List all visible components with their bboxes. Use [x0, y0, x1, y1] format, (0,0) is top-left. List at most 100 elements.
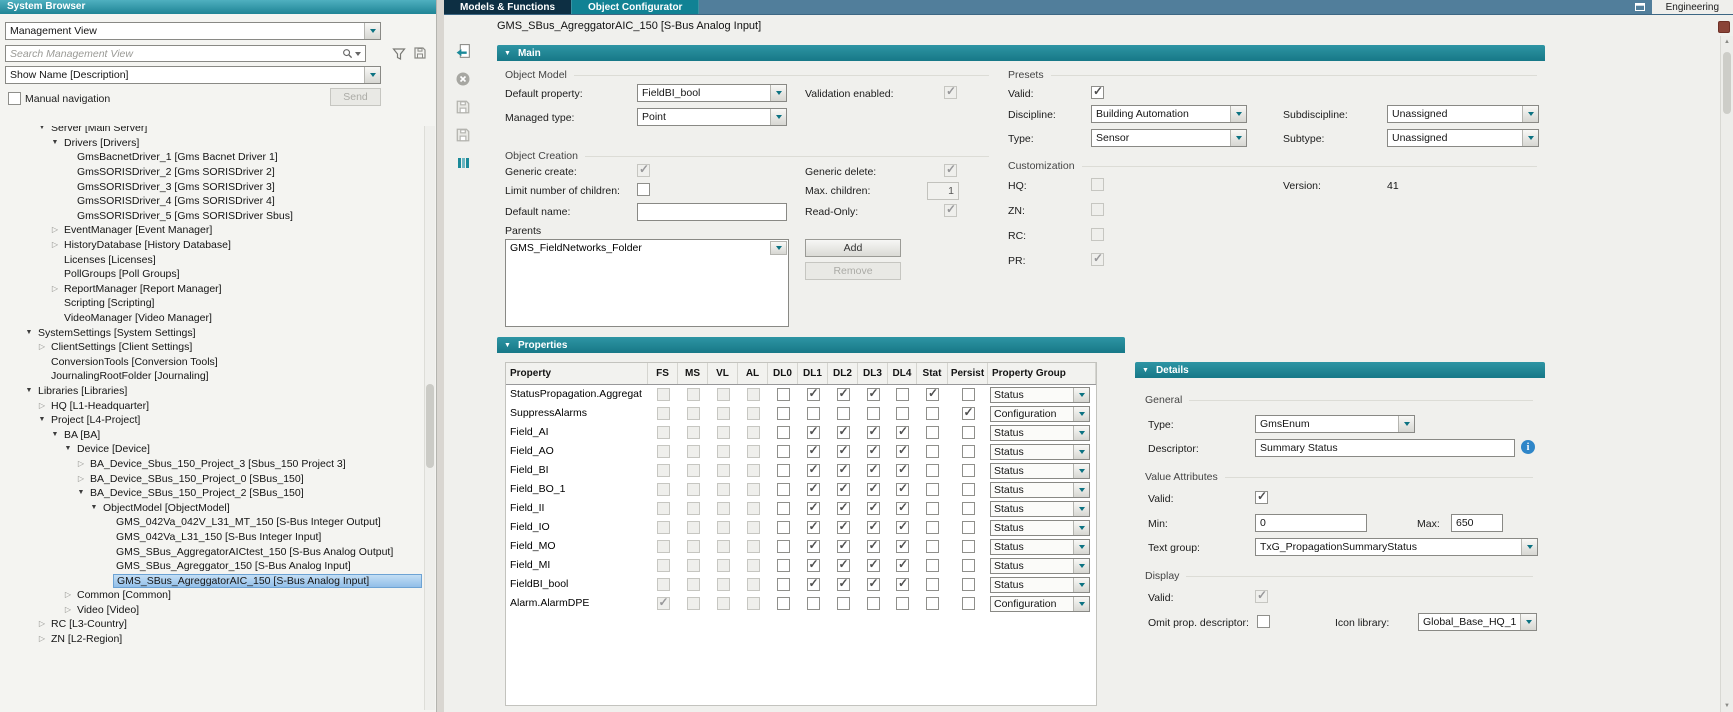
checkbox[interactable] [807, 445, 820, 458]
collapse-arrow-icon[interactable]: ▼ [88, 501, 100, 515]
search-input[interactable] [6, 48, 342, 60]
tree-item[interactable]: ▼Project [L4-Project] [0, 413, 422, 428]
columns-icon[interactable] [452, 152, 474, 174]
checkbox[interactable] [867, 407, 880, 420]
checkbox[interactable] [807, 426, 820, 439]
manual-navigation-checkbox[interactable] [8, 92, 21, 105]
checkbox[interactable] [807, 407, 820, 420]
property-group-select[interactable]: Status [990, 482, 1090, 498]
management-view-select[interactable]: Management View [5, 22, 381, 40]
tree-item[interactable]: ▷HQ [L1-Headquarter] [0, 398, 422, 413]
checkbox[interactable] [896, 559, 909, 572]
checkbox[interactable] [896, 597, 909, 610]
presets-valid-checkbox[interactable] [1091, 86, 1104, 99]
clear-icon[interactable] [452, 68, 474, 90]
checkbox[interactable] [926, 464, 939, 477]
collapse-arrow-icon[interactable]: ▼ [504, 50, 511, 57]
expand-arrow-icon[interactable]: ▷ [62, 603, 74, 617]
tree-item[interactable]: Licenses [Licenses] [0, 252, 422, 267]
checkbox[interactable] [777, 388, 790, 401]
scroll-down-icon[interactable]: ▼ [1721, 703, 1733, 709]
checkbox[interactable] [807, 521, 820, 534]
value-valid-checkbox[interactable] [1255, 491, 1268, 504]
checkbox[interactable] [807, 388, 820, 401]
vertical-scrollbar[interactable]: ▲ ▼ [1720, 36, 1733, 712]
subdiscipline-select[interactable]: Unassigned [1387, 105, 1539, 123]
checkbox[interactable] [807, 559, 820, 572]
checkbox[interactable] [777, 407, 790, 420]
tree-item[interactable]: GmsSORISDriver_5 [Gms SORISDriver Sbus] [0, 209, 422, 224]
expand-arrow-icon[interactable]: ▷ [49, 238, 61, 252]
subtype-select[interactable]: Unassigned [1387, 129, 1539, 147]
default-property-select[interactable]: FieldBI_bool [637, 84, 787, 102]
checkbox[interactable] [896, 445, 909, 458]
tree-item[interactable]: ▷ZN [L2-Region] [0, 632, 422, 647]
tree-item[interactable]: ▼Device [Device] [0, 442, 422, 457]
checkbox[interactable] [962, 407, 975, 420]
checkbox[interactable] [807, 597, 820, 610]
checkbox[interactable] [926, 445, 939, 458]
property-group-select[interactable]: Status [990, 539, 1090, 555]
expand-arrow-icon[interactable]: ▷ [75, 457, 87, 471]
checkbox[interactable] [807, 578, 820, 591]
tree-item[interactable]: GmsSORISDriver_2 [Gms SORISDriver 2] [0, 165, 422, 180]
column-header-dl4[interactable]: DL4 [888, 363, 917, 384]
type-select[interactable]: Sensor [1091, 129, 1247, 147]
column-header-property[interactable]: Property [506, 363, 648, 384]
checkbox[interactable] [962, 521, 975, 534]
tree-item[interactable]: ▷Common [Common] [0, 588, 422, 603]
property-row[interactable]: Field_AIStatus [506, 423, 1096, 442]
search-box[interactable] [5, 45, 366, 62]
checkbox[interactable] [926, 540, 939, 553]
column-header-dl2[interactable]: DL2 [828, 363, 858, 384]
column-header-vl[interactable]: VL [708, 363, 738, 384]
property-group-select[interactable]: Status [990, 520, 1090, 536]
checkbox[interactable] [777, 502, 790, 515]
tab-models-and-functions[interactable]: Models & Functions [444, 0, 571, 14]
expand-arrow-icon[interactable]: ▷ [49, 223, 61, 237]
tree-item[interactable]: ▼Libraries [Libraries] [0, 384, 422, 399]
checkbox[interactable] [926, 521, 939, 534]
checkbox[interactable] [777, 578, 790, 591]
property-group-select[interactable]: Status [990, 444, 1090, 460]
property-group-select[interactable]: Status [990, 387, 1090, 403]
checkbox[interactable] [962, 388, 975, 401]
tree-item[interactable]: ▼BA_Device_SBus_150_Project_2 [SBus_150] [0, 486, 422, 501]
expand-arrow-icon[interactable]: ▷ [49, 282, 61, 296]
tree-item[interactable]: GMS_042Va_042V_L31_MT_150 [S-Bus Integer… [0, 515, 422, 530]
filter-icon[interactable] [390, 45, 407, 62]
checkbox[interactable] [867, 388, 880, 401]
tree-item[interactable]: ▼Server [Main Server] [0, 126, 422, 136]
checkbox[interactable] [837, 559, 850, 572]
checkbox[interactable] [896, 502, 909, 515]
property-group-select[interactable]: Status [990, 577, 1090, 593]
collapse-arrow-icon[interactable]: ▼ [23, 384, 35, 398]
tree-scrollbar-thumb[interactable] [426, 384, 434, 468]
column-header-stat[interactable]: Stat [917, 363, 948, 384]
collapse-arrow-icon[interactable]: ▼ [75, 486, 87, 500]
tree-item[interactable]: GMS_SBus_AggregatorAICtest_150 [S-Bus An… [0, 544, 422, 559]
checkbox[interactable] [962, 578, 975, 591]
property-row[interactable]: Alarm.AlarmDPEConfiguration [506, 594, 1096, 613]
checkbox[interactable] [837, 407, 850, 420]
tree-item[interactable]: GMS_SBus_AgreggatorAIC_150 [S-Bus Analog… [0, 573, 422, 588]
property-group-select[interactable]: Configuration [990, 406, 1090, 422]
checkbox[interactable] [867, 597, 880, 610]
checkbox[interactable] [962, 559, 975, 572]
collapse-arrow-icon[interactable]: ▼ [62, 442, 74, 456]
checkbox[interactable] [867, 426, 880, 439]
property-row[interactable]: FieldBI_boolStatus [506, 575, 1096, 594]
property-group-select[interactable]: Configuration [990, 596, 1090, 612]
details-section-header[interactable]: ▼ Details [1135, 362, 1545, 378]
column-header-persist[interactable]: Persist [948, 363, 988, 384]
checkbox[interactable] [896, 464, 909, 477]
column-header-fs[interactable]: FS [648, 363, 678, 384]
checkbox[interactable] [807, 483, 820, 496]
checkbox[interactable] [896, 540, 909, 553]
checkbox[interactable] [837, 445, 850, 458]
search-icon[interactable] [342, 48, 353, 59]
property-row[interactable]: Field_BIStatus [506, 461, 1096, 480]
text-group-select[interactable]: TxG_PropagationSummaryStatus [1255, 538, 1538, 556]
checkbox[interactable] [962, 426, 975, 439]
checkbox[interactable] [777, 540, 790, 553]
